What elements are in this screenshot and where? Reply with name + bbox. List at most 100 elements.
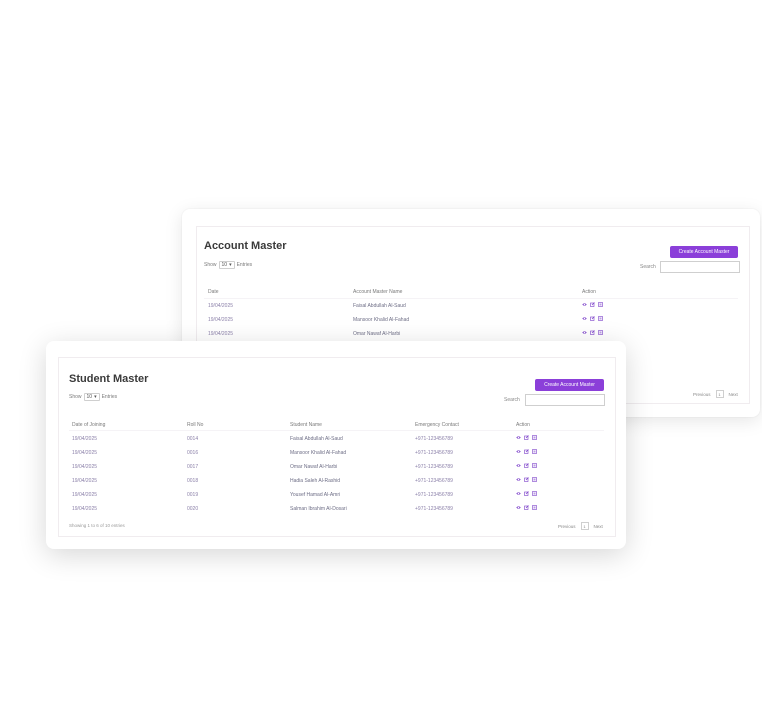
eye-icon[interactable] [516,505,521,510]
table-row-contact: +971-123456789 [415,436,453,442]
edit-icon[interactable] [590,330,595,335]
table-row-contact: +971-123456789 [415,450,453,456]
row-actions [582,302,603,307]
page-size-select[interactable]: 10 ▾ [83,393,100,401]
table-row-name: Mansoor Khalid Al-Fahad [353,317,410,323]
page-1-button[interactable]: 1 [715,390,724,398]
col-action: Action [582,289,596,295]
table-row-name: Hadia Saleh Al-Rashid [290,478,341,484]
edit-icon[interactable] [524,477,529,482]
eye-icon[interactable] [582,330,587,335]
col-emergency-contact: Emergency Contact [415,422,459,428]
account-pagination: Previous 1 Next [693,390,738,398]
table-row-name: Omar Nawaf Al-Harbi [290,464,338,470]
table-row-date: 19/04/2025 [208,303,234,309]
table-row-date: 19/04/2025 [72,464,98,470]
row-actions [516,435,537,440]
table-row-roll: 0019 [187,492,199,498]
entries-label: Entries [101,394,118,400]
delete-icon[interactable] [598,302,603,307]
delete-icon[interactable] [532,449,537,454]
edit-icon[interactable] [524,449,529,454]
table-row-roll: 0018 [187,478,199,484]
col-action: Action [516,422,530,428]
student-show-entries: Show 10 ▾ Entries [69,393,117,401]
chevron-down-icon: ▾ [229,262,232,268]
next-link[interactable]: Next [729,392,738,397]
eye-icon[interactable] [582,302,587,307]
table-row-contact: +971-123456789 [415,478,453,484]
delete-icon[interactable] [598,330,603,335]
table-row-contact: +971-123456789 [415,506,453,512]
show-label: Show [69,394,82,400]
row-actions [516,477,537,482]
table-row-date: 19/04/2025 [72,506,98,512]
student-search-input[interactable] [525,394,605,406]
student-pagination: Previous 1 Next [558,522,603,530]
row-actions [516,449,537,454]
eye-icon[interactable] [516,463,521,468]
edit-icon[interactable] [590,302,595,307]
table-divider [69,430,604,431]
account-search-input[interactable] [660,261,740,273]
eye-icon[interactable] [516,435,521,440]
eye-icon[interactable] [582,316,587,321]
row-actions [582,330,603,335]
delete-icon[interactable] [532,505,537,510]
delete-icon[interactable] [532,491,537,496]
create-account-master-button[interactable]: Create Account Master [535,379,604,391]
show-label: Show [204,262,217,268]
col-roll-no: Roll No [187,422,204,428]
account-search-label: Search [640,264,656,270]
delete-icon[interactable] [532,463,537,468]
table-row-name: Salman Ibrahim Al-Dosari [290,506,347,512]
row-actions [516,505,537,510]
table-row-contact: +971-123456789 [415,492,453,498]
table-row-roll: 0020 [187,506,199,512]
row-actions [582,316,603,321]
row-actions [516,491,537,496]
table-row-roll: 0016 [187,450,199,456]
table-row-date: 19/04/2025 [208,317,234,323]
col-account-master-name: Account Master Name [353,289,403,295]
eye-icon[interactable] [516,491,521,496]
table-row-date: 19/04/2025 [72,450,98,456]
eye-icon[interactable] [516,477,521,482]
col-date-of-joining: Date of Joining [72,422,106,428]
student-master-card: Student Master Show 10 ▾ Entries Create … [46,341,626,549]
entries-label: Entries [236,262,253,268]
page-size-value: 10 [221,262,228,268]
col-date: Date [208,289,219,295]
table-row-contact: +971-123456789 [415,464,453,470]
table-row-name: Faisal Abdullah Al-Saud [290,436,343,442]
col-student-name: Student Name [290,422,322,428]
edit-icon[interactable] [524,463,529,468]
account-master-title: Account Master [204,240,287,252]
next-link[interactable]: Next [594,524,603,529]
delete-icon[interactable] [532,435,537,440]
table-info: Showing 1 to 6 of 10 entries [69,523,125,528]
table-row-date: 19/04/2025 [72,492,98,498]
table-row-roll: 0014 [187,436,199,442]
table-row-roll: 0017 [187,464,199,470]
table-row-name: Yousef Hamad Al-Amri [290,492,341,498]
edit-icon[interactable] [590,316,595,321]
chevron-down-icon: ▾ [94,394,97,400]
table-row-date: 19/04/2025 [208,331,234,337]
previous-link[interactable]: Previous [558,524,576,529]
previous-link[interactable]: Previous [693,392,711,397]
page-size-value: 10 [86,394,93,400]
table-divider [204,298,738,299]
delete-icon[interactable] [598,316,603,321]
page-size-select[interactable]: 10 ▾ [218,261,235,269]
table-row-date: 19/04/2025 [72,436,98,442]
table-row-name: Omar Nawaf Al-Harbi [353,331,401,337]
page-1-button[interactable]: 1 [580,522,589,530]
edit-icon[interactable] [524,435,529,440]
create-account-master-button[interactable]: Create Account Master [670,246,738,258]
edit-icon[interactable] [524,505,529,510]
delete-icon[interactable] [532,477,537,482]
eye-icon[interactable] [516,449,521,454]
edit-icon[interactable] [524,491,529,496]
table-row-date: 19/04/2025 [72,478,98,484]
